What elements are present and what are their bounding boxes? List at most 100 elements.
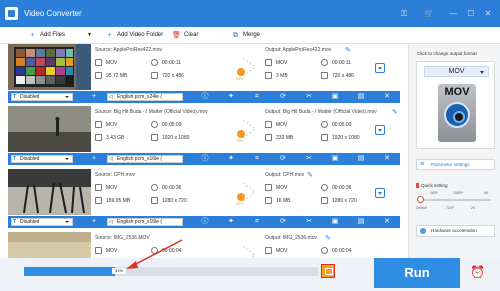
source-size: 3.43 GB [95,134,124,141]
clear-button[interactable]: 🗑 Clear [172,30,198,41]
file-item[interactable]: Source: Big Hit Buda - I Matter (Officia… [8,106,400,166]
edit-name-icon[interactable]: ✎ [325,234,332,242]
subtitle-edit-icon[interactable]: ▤ [357,93,365,101]
subtitle-select[interactable]: Disabled [11,218,73,226]
edit-name-icon[interactable]: ✎ [392,108,399,116]
output-duration: 00:00:36 [321,184,351,191]
audio-track-select[interactable]: English pcm_s24le ( [107,93,183,101]
gpu-label: GPU [236,77,244,81]
subtitle-add-icon[interactable]: + [90,155,98,163]
source-duration: 00:05:00 [151,121,181,128]
output-resolution: 1280 x 720 [321,197,357,204]
clock-icon [321,247,328,254]
info-icon[interactable]: ⓘ [201,218,209,226]
edit-name-icon[interactable]: ✎ [345,46,352,54]
effect-icon[interactable]: ✦ [227,218,235,226]
subtitle-add-icon[interactable]: + [90,218,98,226]
rotate-icon[interactable]: ⟳ [279,93,287,101]
watermark-icon[interactable]: ▣ [331,218,339,226]
edit-name-icon[interactable]: ✎ [307,171,314,179]
watermark-icon[interactable]: ▣ [331,155,339,163]
hardware-acceleration-button[interactable]: Hardware acceleration [416,225,495,237]
add-files-button[interactable]: + Add Files ▼ [28,30,92,41]
effect-icon[interactable]: ✦ [227,93,235,101]
merge-button[interactable]: ⧉ Merge [231,30,260,41]
key-icon[interactable]: ⚿ [398,8,410,19]
delete-icon[interactable]: ✕ [383,155,391,163]
output-size-value: 3 MB [276,72,288,79]
output-filename: Output: AppleProRes422.mov [265,47,332,53]
maximize-icon[interactable]: ☐ [465,8,477,19]
quality-slider-handle[interactable] [417,196,424,203]
alarm-clock-icon[interactable]: ⏰ [470,265,485,279]
cut-icon[interactable]: ✂ [305,155,313,163]
format-icon [265,59,272,66]
output-format-dropdown[interactable] [375,188,385,198]
chevron-down-icon[interactable]: ▼ [87,30,92,41]
mov-format-icon[interactable]: MOV [438,84,476,142]
parameter-settings-button[interactable]: Parameter settings [416,159,495,170]
audio-track-select[interactable]: English pcm_s16le ( [107,218,183,226]
source-info: Source: CPH.mov MOV 00:00:36 159.95 MB 1… [95,169,235,215]
info-icon[interactable]: ⓘ [201,93,209,101]
add-video-folder-label: Add Video Folder [117,32,164,38]
source-format-value: MOV [106,184,118,191]
crop-icon[interactable]: ⌗ [253,218,261,226]
source-duration-value: 00:00:04 [162,247,182,254]
output-format-dropdown[interactable] [375,63,385,73]
source-format: MOV [95,59,117,66]
progress-bar: 31% [24,267,318,276]
plus-icon: + [107,32,112,39]
quicktime-icon [444,102,470,128]
clock-icon [321,121,328,128]
output-filename: Output: Big Hit Buda - I Matter (Officia… [265,109,377,115]
output-filename: Output: IMG_2536.mov [265,235,317,241]
subtitle-select[interactable]: Disabled [11,155,73,163]
subtitle-edit-icon[interactable]: ▤ [357,218,365,226]
quality-label: Default [416,206,427,210]
source-duration: 00:00:11 [151,59,181,66]
info-icon[interactable]: ⓘ [201,155,209,163]
delete-icon[interactable]: ✕ [383,93,391,101]
output-format-value: MOV [276,247,288,254]
source-size: 95.72 MB [95,72,127,79]
quality-slider-track[interactable] [419,199,491,201]
format-icon [95,121,102,128]
file-item[interactable]: Source: AppleProRes422.mov MOV 00:00:11 … [8,44,400,104]
progress-fill [24,267,116,276]
convert-arrow-icon [242,245,256,258]
subtitle-select[interactable]: Disabled [11,93,73,101]
delete-icon[interactable]: ✕ [383,218,391,226]
output-format: MOV [265,121,287,128]
file-size-icon [265,134,272,141]
rotate-icon[interactable]: ⟳ [279,155,287,163]
file-item[interactable]: Source: IMG_2536.MOV MOV 00:00:04 Output… [8,232,400,258]
minimize-icon[interactable]: — [447,8,459,19]
crop-icon[interactable]: ⌗ [253,155,261,163]
output-format-select[interactable]: MOV [424,66,489,77]
subtitle-add-icon[interactable]: + [90,93,98,101]
cut-icon[interactable]: ✂ [305,93,313,101]
source-resolution: 720 x 486 [151,72,184,79]
cart-icon[interactable]: 🛒 [423,8,435,19]
watermark-icon[interactable]: ▣ [331,93,339,101]
audio-track-select[interactable]: English pcm_s16le ( [107,155,183,163]
run-button[interactable]: Run [374,258,460,288]
gpu-icon [237,130,245,138]
add-video-folder-button[interactable]: + Add Video Folder [105,30,163,41]
subtitle-edit-icon[interactable]: ▤ [357,155,365,163]
effect-icon[interactable]: ✦ [227,155,235,163]
rotate-icon[interactable]: ⟳ [279,218,287,226]
file-size-icon [265,197,272,204]
crop-icon[interactable]: ⌗ [253,93,261,101]
output-folder-icon[interactable] [321,264,335,278]
output-format-box[interactable]: MOV MOV [416,61,495,149]
output-resolution: 720 x 486 [321,72,354,79]
resolution-marks: 480P 1080P 4K [416,191,495,197]
file-item[interactable]: Source: CPH.mov MOV 00:00:36 159.95 MB 1… [8,169,400,229]
output-size-value: 233 MB [276,134,294,141]
close-icon[interactable]: ✕ [482,8,494,19]
cut-icon[interactable]: ✂ [305,218,313,226]
gpu-icon [237,193,245,201]
output-format-dropdown[interactable] [375,125,385,135]
